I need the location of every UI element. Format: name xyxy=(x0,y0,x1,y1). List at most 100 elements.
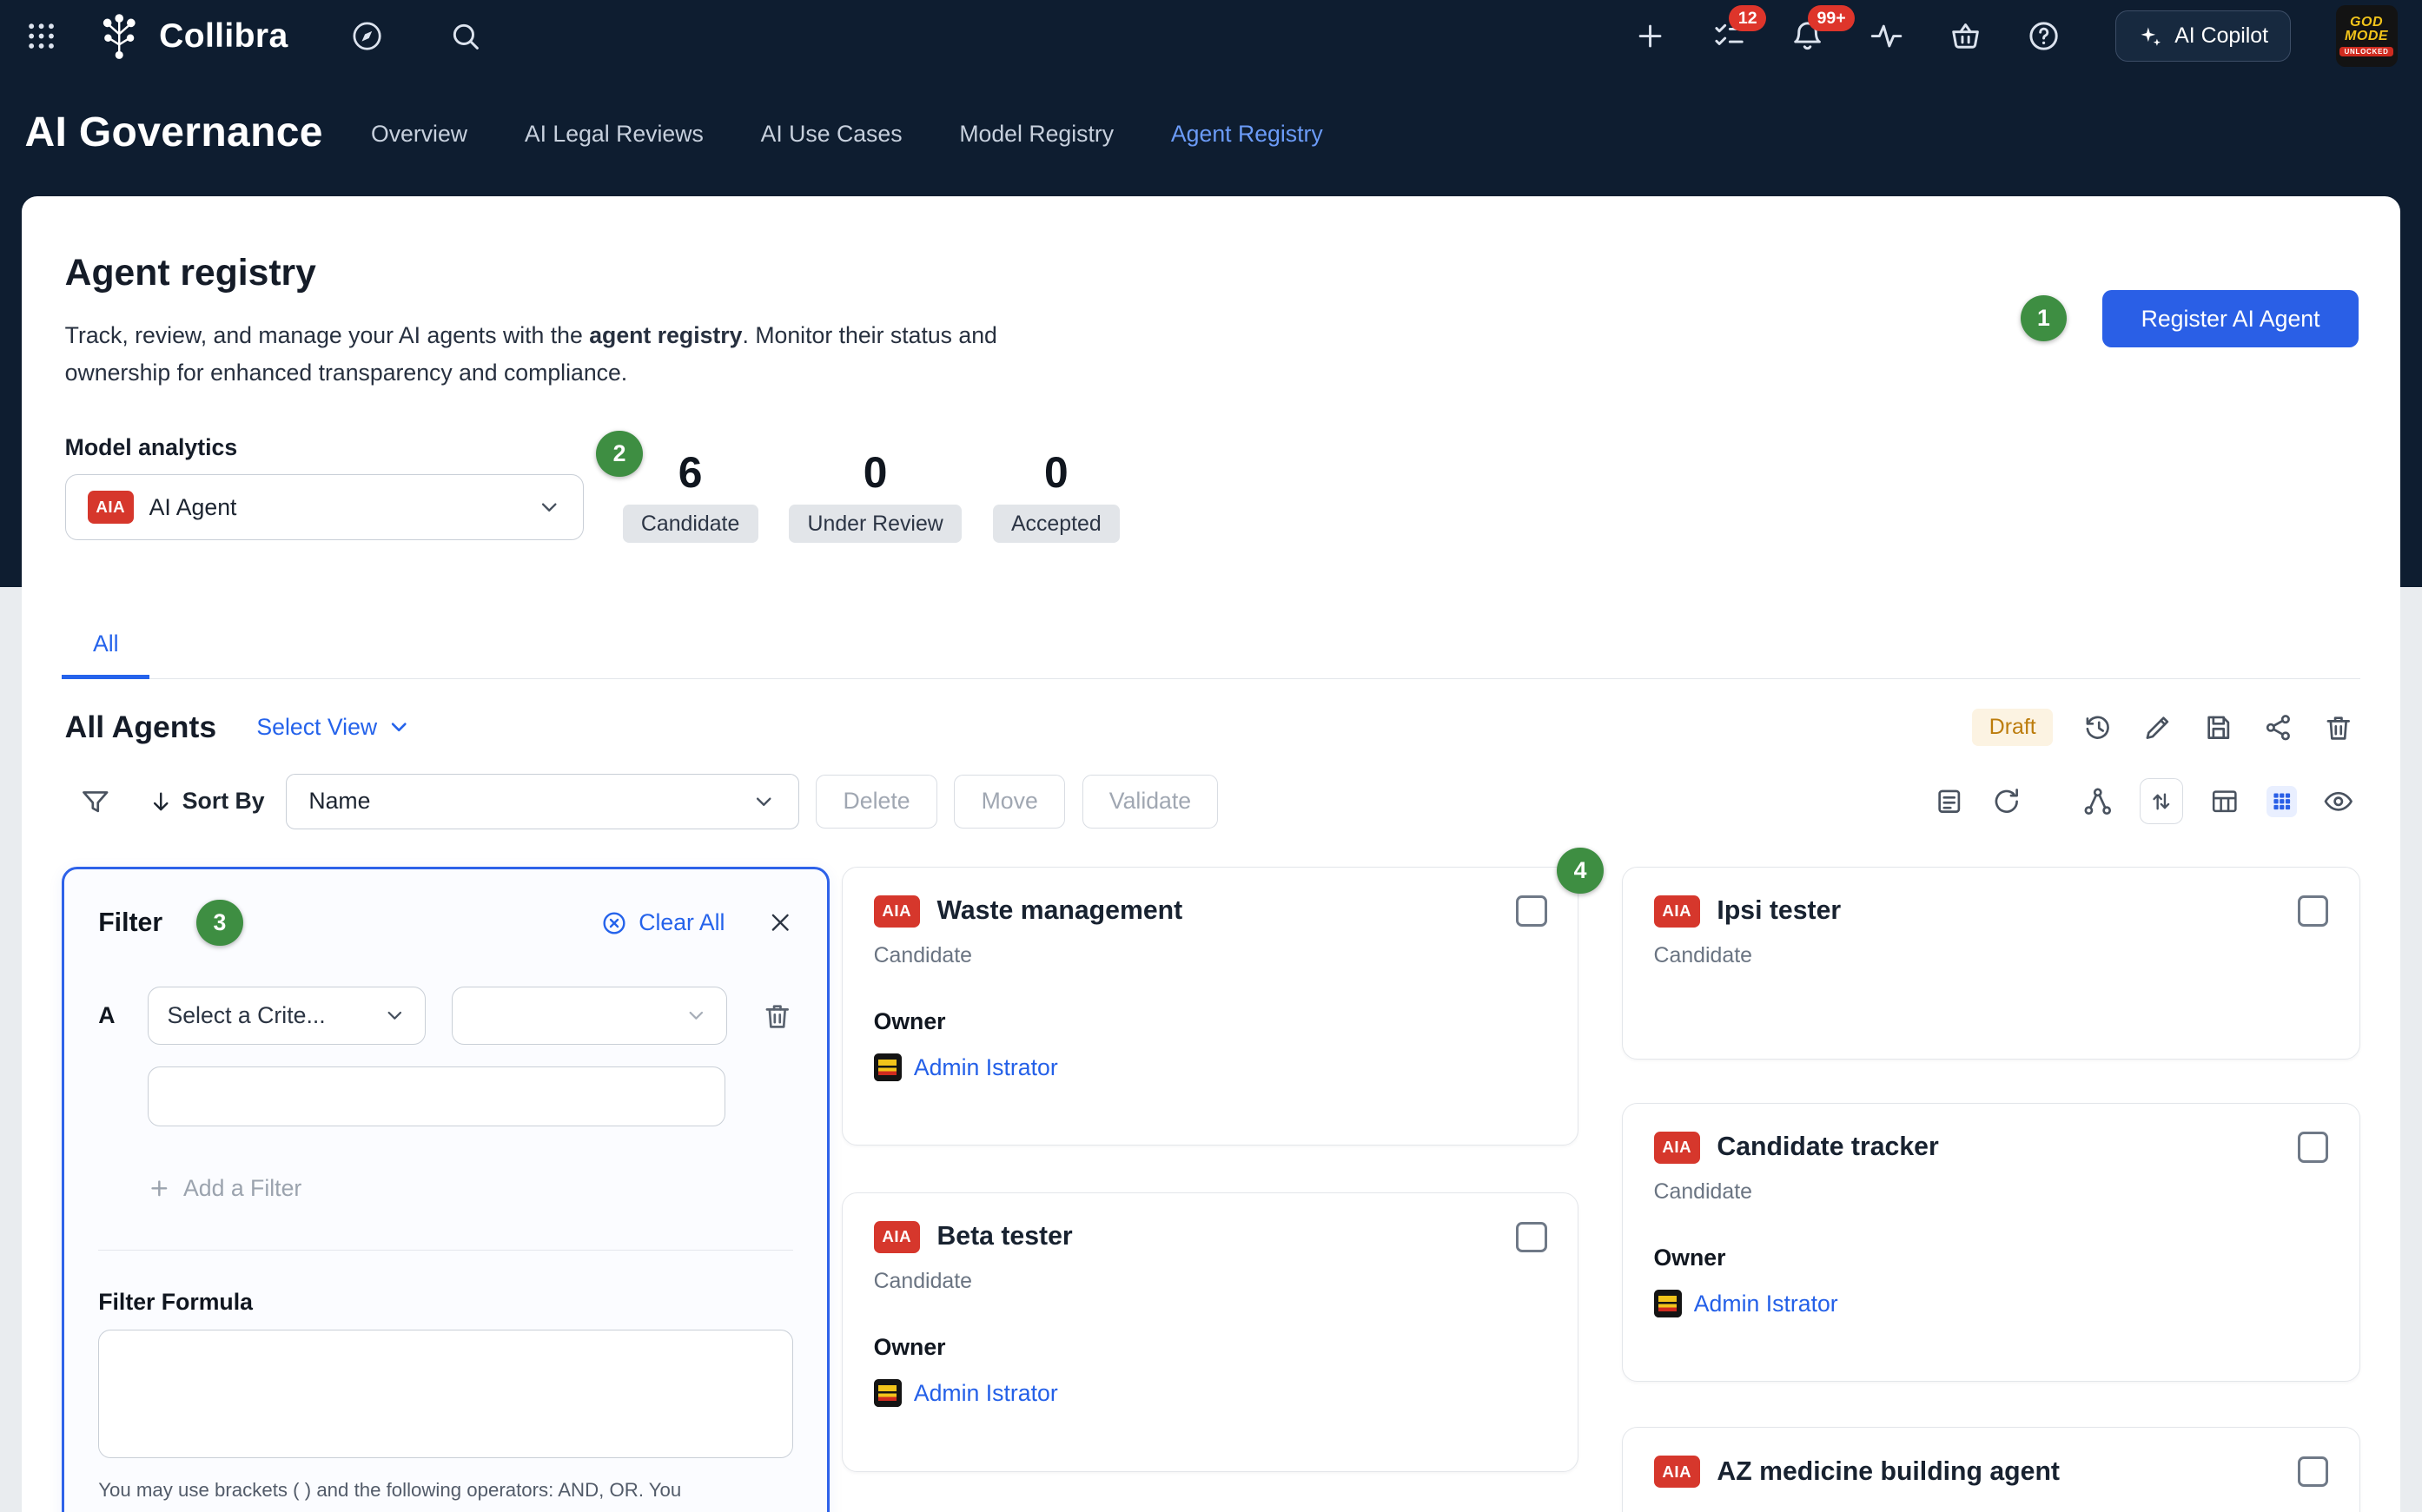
agent-name[interactable]: AZ medicine building agent xyxy=(1717,1457,2060,1487)
user-avatar[interactable]: GOD MODE UNLOCKED xyxy=(2336,5,2398,67)
agent-name[interactable]: Waste management xyxy=(936,896,1182,926)
refresh-icon[interactable] xyxy=(1991,786,2022,817)
filter-funnel-icon[interactable] xyxy=(80,786,111,817)
filter-divider xyxy=(98,1250,792,1251)
agent-checkbox[interactable] xyxy=(2298,1456,2329,1488)
agent-checkbox[interactable] xyxy=(2298,1132,2329,1163)
tab-all[interactable]: All xyxy=(62,613,149,679)
avatar-text: GOD xyxy=(2350,16,2383,30)
agent-card[interactable]: AIA Beta tester Candidate Owner Admin Is… xyxy=(842,1192,1578,1472)
save-view-icon[interactable] xyxy=(2203,712,2234,743)
apps-grid-icon[interactable] xyxy=(24,19,58,53)
add-icon[interactable] xyxy=(1633,19,1667,53)
history-icon[interactable] xyxy=(2082,712,2114,743)
ai-copilot-button[interactable]: AI Copilot xyxy=(2115,10,2291,62)
collibra-logo[interactable]: Collibra xyxy=(93,10,288,63)
page-title: Agent registry xyxy=(65,252,316,294)
eye-icon[interactable] xyxy=(2323,786,2354,817)
table-view-icon[interactable] xyxy=(2209,786,2240,817)
filter-title: Filter xyxy=(98,908,162,938)
filter-panel: Filter 3 Clear All A Select a Crite... xyxy=(62,867,830,1512)
stat-under-review: 0 Under Review xyxy=(789,448,962,543)
all-agents-header: All Agents Select View Draft xyxy=(65,697,2354,758)
delete-button[interactable]: Delete xyxy=(816,775,937,829)
aia-badge: AIA xyxy=(1654,895,1700,928)
register-ai-agent-button[interactable]: Register AI Agent xyxy=(2102,290,2359,347)
agent-card[interactable]: AIA Waste management Candidate Owner Adm… xyxy=(842,867,1578,1146)
owner-link[interactable]: Admin Istrator xyxy=(1694,1291,1838,1317)
agent-checkbox[interactable] xyxy=(2298,895,2329,927)
chevron-down-icon xyxy=(537,495,561,519)
add-filter-button[interactable]: Add a Filter xyxy=(148,1175,793,1202)
agent-checkbox[interactable] xyxy=(1516,895,1547,927)
tasks-icon[interactable]: 12 xyxy=(1712,19,1746,53)
agent-status: Candidate xyxy=(1654,943,2329,968)
validate-button[interactable]: Validate xyxy=(1082,775,1219,829)
summary-list-icon[interactable] xyxy=(1934,786,1965,817)
owner-row: Admin Istrator xyxy=(874,1379,1547,1407)
tab-ai-legal-reviews[interactable]: AI Legal Reviews xyxy=(525,121,704,148)
hierarchy-icon[interactable] xyxy=(2082,786,2114,817)
avatar-text: MODE xyxy=(2345,30,2388,43)
agent-card[interactable]: AIA Candidate tracker Candidate Owner Ad… xyxy=(1622,1103,2360,1383)
sort-by-control[interactable]: Sort By xyxy=(149,788,265,815)
agent-status: Candidate xyxy=(1654,1179,2329,1205)
criteria-group-label: A xyxy=(98,1002,126,1029)
help-icon[interactable] xyxy=(2027,19,2061,53)
close-filter-icon[interactable] xyxy=(768,910,792,934)
select-view-label: Select View xyxy=(256,714,377,741)
agent-checkbox[interactable] xyxy=(1516,1222,1547,1253)
tab-overview[interactable]: Overview xyxy=(371,121,467,148)
select-view-dropdown[interactable]: Select View xyxy=(256,714,411,741)
stat-candidate: 6 Candidate xyxy=(623,448,758,543)
aia-badge: AIA xyxy=(874,1221,920,1253)
operator-select-dropdown[interactable] xyxy=(452,987,727,1046)
app-title: AI Governance xyxy=(24,109,322,156)
card-grid-view-icon[interactable] xyxy=(2266,786,2298,817)
collibra-logo-icon xyxy=(93,10,145,63)
step-marker-2: 2 xyxy=(596,431,642,477)
owner-link[interactable]: Admin Istrator xyxy=(914,1054,1058,1081)
notifications-bell-icon[interactable]: 99+ xyxy=(1790,19,1824,53)
ai-copilot-label: AI Copilot xyxy=(2174,23,2268,49)
sort-by-label: Sort By xyxy=(182,788,265,815)
sort-field-dropdown[interactable]: Name xyxy=(286,774,798,829)
share-icon[interactable] xyxy=(2263,712,2294,743)
move-button[interactable]: Move xyxy=(954,775,1065,829)
clear-all-label: Clear All xyxy=(639,909,725,936)
formula-helper-text: You may use brackets ( ) and the followi… xyxy=(98,1477,792,1503)
filter-criteria-row: A Select a Crite... xyxy=(98,987,792,1046)
page: Collibra 12 99+ xyxy=(0,0,2422,1512)
tab-agent-registry[interactable]: Agent Registry xyxy=(1171,121,1323,148)
edit-pencil-icon[interactable] xyxy=(2142,712,2174,743)
tab-ai-use-cases[interactable]: AI Use Cases xyxy=(761,121,903,148)
remove-criteria-trash-icon[interactable] xyxy=(762,1000,793,1032)
step-marker-3: 3 xyxy=(196,900,242,946)
criteria-value-input[interactable] xyxy=(148,1066,725,1126)
status-stats: 6 Candidate 0 Under Review 0 Accepted xyxy=(623,448,1120,543)
agent-name[interactable]: Beta tester xyxy=(936,1222,1072,1251)
owner-avatar xyxy=(1654,1290,1682,1317)
stat-label: Under Review xyxy=(789,505,962,542)
basket-icon[interactable] xyxy=(1949,19,1982,53)
agent-card[interactable]: AIA AZ medicine building agent xyxy=(1622,1427,2360,1512)
filter-formula-textarea[interactable] xyxy=(98,1330,792,1458)
sort-direction-control[interactable] xyxy=(2140,778,2183,824)
plus-icon xyxy=(148,1177,171,1200)
criteria-select-dropdown[interactable]: Select a Crite... xyxy=(148,987,426,1046)
tab-model-registry[interactable]: Model Registry xyxy=(959,121,1114,148)
agent-name[interactable]: Candidate tracker xyxy=(1717,1132,1938,1162)
stat-label: Accepted xyxy=(993,505,1120,542)
search-icon[interactable] xyxy=(448,19,482,53)
activity-pulse-icon[interactable] xyxy=(1869,19,1903,53)
delete-view-trash-icon[interactable] xyxy=(2323,712,2354,743)
owner-link[interactable]: Admin Istrator xyxy=(914,1380,1058,1407)
clear-all-button[interactable]: Clear All xyxy=(600,909,725,937)
agent-registry-panel: Agent registry Track, review, and manage… xyxy=(22,196,2400,1512)
agent-status: Candidate xyxy=(874,1269,1547,1294)
asset-type-dropdown[interactable]: AIA AI Agent xyxy=(65,474,584,540)
agent-card[interactable]: AIA Ipsi tester Candidate xyxy=(1622,867,2360,1060)
chevron-down-icon xyxy=(387,715,411,739)
agent-name[interactable]: Ipsi tester xyxy=(1717,896,1841,926)
explore-compass-icon[interactable] xyxy=(350,19,384,53)
